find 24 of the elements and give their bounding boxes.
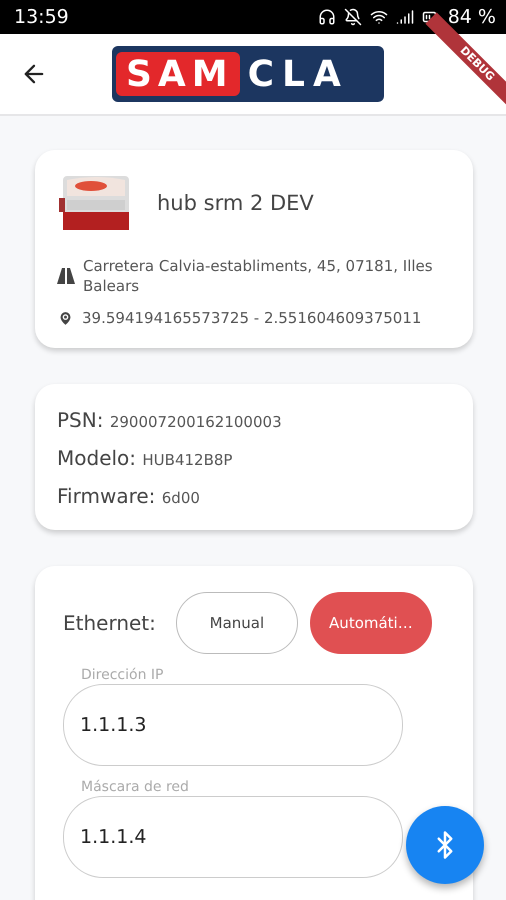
device-address: Carretera Calvia-establiments, 45, 07181, Illes Balears <box>83 256 434 296</box>
field-label: Dirección IP <box>80 666 164 684</box>
bell-off-icon <box>344 8 362 26</box>
wifi-icon <box>370 8 388 26</box>
mode-button[interactable]: Manual <box>176 592 298 654</box>
ethernet-label: Ethernet: <box>63 611 156 635</box>
info-value: HUB412B8P <box>142 451 232 469</box>
device-coordinates: 39.594194165573725 - 2.551604609375011 <box>82 308 422 328</box>
info-value: 290007200162100003 <box>110 413 282 431</box>
battery-level: 84 % <box>448 6 496 28</box>
info-label: PSN: <box>57 408 104 432</box>
status-time: 13:59 <box>14 6 69 28</box>
text-field[interactable]: 1.1.1.3 <box>63 684 403 766</box>
signal-icon <box>396 8 414 26</box>
road-icon <box>57 268 75 284</box>
info-label: Modelo: <box>57 446 136 470</box>
headphones-icon <box>318 8 336 26</box>
info-label: Firmware: <box>57 484 156 508</box>
mode-button[interactable]: Automáti… <box>310 592 432 654</box>
logo: SAM CLA <box>112 46 384 102</box>
info-value: 6d00 <box>162 489 200 507</box>
field-label: Máscara de red <box>80 778 190 796</box>
device-name: hub srm 2 DEV <box>157 191 314 215</box>
text-field[interactable]: 1.1.1.4 <box>63 796 403 878</box>
